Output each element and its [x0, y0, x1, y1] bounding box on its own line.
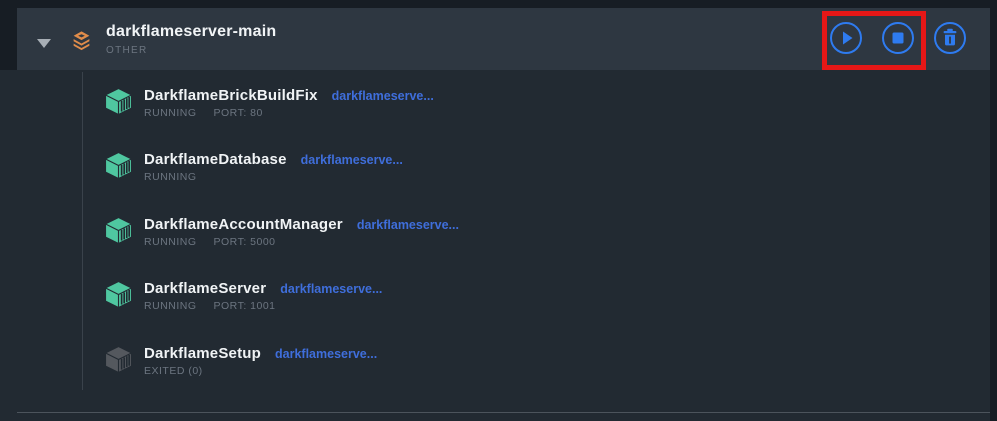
container-port: PORT: 80 — [214, 107, 263, 119]
containers-view: darkflameserver-main OTHER — [0, 0, 997, 421]
stack-header-row[interactable]: darkflameserver-main OTHER — [17, 8, 990, 70]
container-row[interactable]: DarkflameSetup darkflameserve... EXITED … — [104, 345, 377, 377]
container-port: PORT: 5000 — [214, 236, 276, 248]
container-status: RUNNING — [144, 171, 197, 183]
container-name: DarkflameSetup — [144, 345, 261, 362]
container-status: RUNNING — [144, 236, 197, 248]
container-row-text: DarkflameServer darkflameserve... RUNNIN… — [144, 280, 382, 312]
stack-link[interactable]: darkflameserve... — [275, 347, 377, 361]
container-icon — [104, 281, 133, 308]
delete-button[interactable] — [933, 21, 967, 55]
start-button[interactable] — [829, 21, 863, 55]
container-row[interactable]: DarkflameBrickBuildFix darkflameserve...… — [104, 87, 434, 119]
container-row[interactable]: DarkflameServer darkflameserve... RUNNIN… — [104, 280, 382, 312]
stop-button[interactable] — [881, 21, 915, 55]
container-icon — [104, 152, 133, 179]
stack-link[interactable]: darkflameserve... — [280, 282, 382, 296]
tree-connector-line — [82, 72, 83, 390]
container-name: DarkflameBrickBuildFix — [144, 87, 318, 104]
stack-title: darkflameserver-main — [106, 23, 276, 41]
container-row-text: DarkflameAccountManager darkflameserve..… — [144, 216, 459, 248]
container-icon — [104, 217, 133, 244]
trash-icon — [933, 21, 967, 55]
stack-link[interactable]: darkflameserve... — [357, 218, 459, 232]
container-row-text: DarkflameSetup darkflameserve... EXITED … — [144, 345, 377, 377]
container-row[interactable]: DarkflameDatabase darkflameserve... RUNN… — [104, 151, 403, 183]
stack-header-text: darkflameserver-main OTHER — [106, 23, 276, 56]
container-icon — [104, 346, 133, 373]
container-name: DarkflameAccountManager — [144, 216, 343, 233]
stack-link[interactable]: darkflameserve... — [332, 89, 434, 103]
stack-icon — [71, 28, 92, 52]
stack-type-label: OTHER — [106, 45, 276, 56]
container-port: PORT: 1001 — [214, 300, 276, 312]
container-row[interactable]: DarkflameAccountManager darkflameserve..… — [104, 216, 459, 248]
container-icon — [104, 88, 133, 115]
play-icon — [829, 21, 863, 55]
container-status: RUNNING — [144, 300, 197, 312]
container-status: RUNNING — [144, 107, 197, 119]
chevron-down-icon[interactable] — [37, 39, 51, 48]
stack-actions — [829, 21, 967, 55]
container-row-text: DarkflameDatabase darkflameserve... RUNN… — [144, 151, 403, 183]
stack-link[interactable]: darkflameserve... — [301, 153, 403, 167]
container-row-text: DarkflameBrickBuildFix darkflameserve...… — [144, 87, 434, 119]
container-name: DarkflameDatabase — [144, 151, 287, 168]
stop-icon — [881, 21, 915, 55]
bottom-divider — [17, 412, 990, 413]
container-name: DarkflameServer — [144, 280, 266, 297]
container-status: EXITED (0) — [144, 365, 203, 377]
